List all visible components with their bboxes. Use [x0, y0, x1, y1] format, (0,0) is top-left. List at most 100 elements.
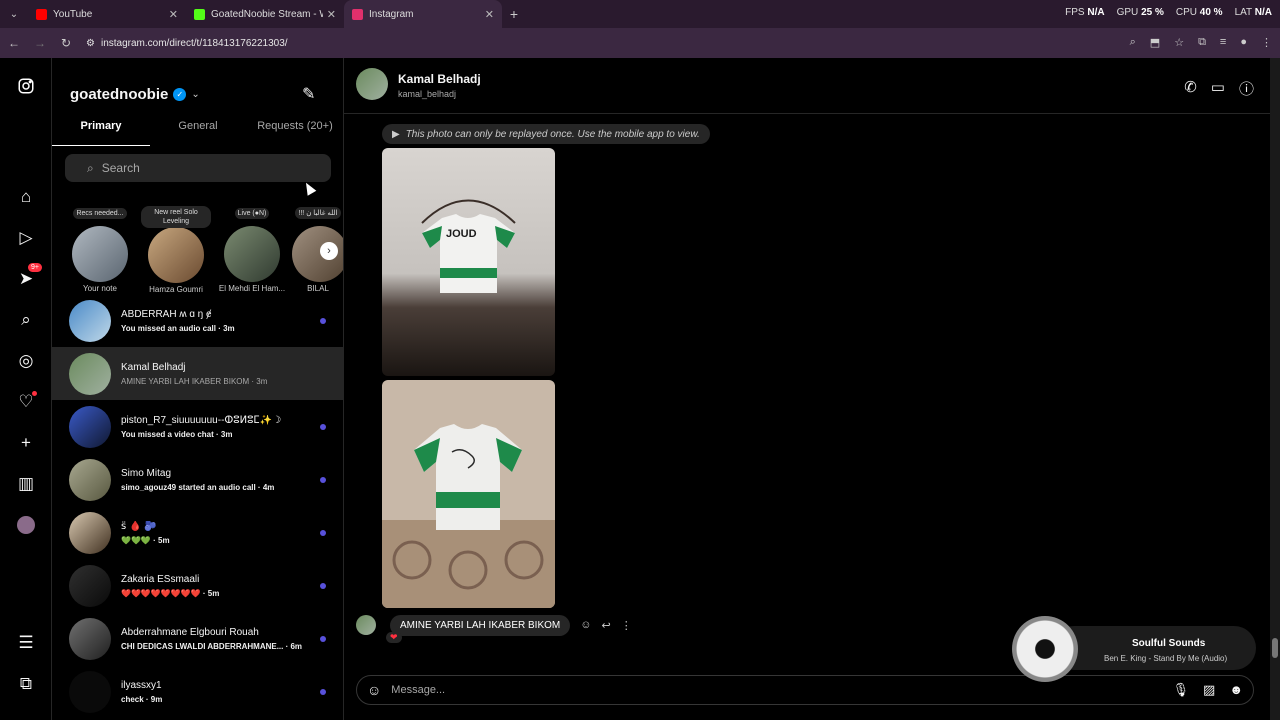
- more-options-icon[interactable]: ⋮: [621, 619, 632, 632]
- scrollbar-thumb[interactable]: [1272, 638, 1278, 658]
- reload-icon[interactable]: ↻: [54, 36, 78, 50]
- url-field[interactable]: ⚙ instagram.com/direct/t/118413176221303…: [86, 38, 288, 49]
- avatar: [69, 511, 111, 554]
- avatar: [69, 564, 111, 607]
- messages-icon[interactable]: ➤ 9+: [14, 263, 42, 291]
- video-call-icon[interactable]: ▭: [1211, 78, 1225, 99]
- instagram-favicon-icon: [352, 8, 363, 20]
- unread-dot: [320, 318, 326, 324]
- dashboard-icon[interactable]: ▥: [14, 472, 38, 496]
- browser-menu-icon[interactable]: ⋮: [1261, 36, 1272, 49]
- tab-youtube[interactable]: YouTube ✕: [28, 0, 186, 28]
- address-bar: ← → ↻ ⚙ instagram.com/direct/t/118413176…: [0, 28, 1280, 58]
- performance-overlay: FPS N/A GPU 25 % CPU 40 % LAT N/A: [1065, 7, 1272, 18]
- profile-avatar[interactable]: [14, 513, 38, 537]
- install-app-icon[interactable]: ⬒: [1150, 36, 1160, 49]
- conversation-item[interactable]: piston_R7_siuuuuuuu--ⵀⵓⵍⵓⵎ✨☽ You missed a…: [52, 400, 343, 453]
- conversation-info-icon[interactable]: ⓘ: [1239, 78, 1254, 99]
- instagram-nav-rail: ⌂ ▷ ➤ 9+ ⌕ ◎ ♡ + ▥ ☰ ⧉: [0, 58, 52, 720]
- tab-instagram[interactable]: Instagram ✕: [344, 0, 502, 28]
- inbox-tabs: Primary General Requests (20+): [52, 120, 343, 146]
- reply-icon[interactable]: ↩: [601, 619, 610, 632]
- chat-scrollbar[interactable]: [1270, 58, 1280, 720]
- media-queue-icon[interactable]: ≡: [1220, 36, 1226, 49]
- home-icon[interactable]: ⌂: [14, 185, 38, 209]
- extensions-icon[interactable]: ⧉: [1198, 36, 1206, 49]
- unread-dot: [320, 424, 326, 430]
- conversation-item[interactable]: Abderrahmane Elgbouri Rouah CHI DEDICAS L…: [52, 612, 343, 665]
- search-input[interactable]: ⌕ Search: [65, 154, 331, 182]
- avatar: [69, 458, 111, 501]
- conversation-item[interactable]: ABDERRAH ʍ ɑ ŋ ɇ You missed an audio call…: [52, 294, 343, 347]
- conversation-item[interactable]: Simo Mitag simo_agouz49 started an audio …: [52, 453, 343, 506]
- account-switcher[interactable]: goatednoobie ✓ ⌄: [70, 86, 200, 103]
- browser-tab-strip: ⌄ YouTube ✕ GoatedNoobie Stream - Watch …: [0, 0, 1280, 28]
- back-arrow-icon[interactable]: ←: [2, 36, 26, 50]
- site-info-icon[interactable]: ⚙: [86, 38, 95, 49]
- chat-header: Kamal Belhadj kamal_belhadj ✆ ▭ ⓘ: [344, 58, 1270, 114]
- close-tab-icon[interactable]: ✕: [169, 8, 178, 21]
- close-tab-icon[interactable]: ✕: [327, 8, 336, 21]
- unread-dot: [320, 530, 326, 536]
- message-photo[interactable]: JOUD: [382, 148, 555, 376]
- conversation-item-selected[interactable]: Kamal Belhadj AMINE YARBI LAH IKABER BIKO…: [52, 347, 343, 400]
- unread-dot: [320, 689, 326, 695]
- notes-next-chevron-icon[interactable]: ›: [320, 242, 338, 260]
- avatar[interactable]: [356, 68, 388, 100]
- reels-icon[interactable]: ▷: [14, 226, 38, 250]
- music-overlay-widget: Soulful Sounds Ben E. King - Stand By Me…: [1012, 616, 1256, 682]
- message-photo[interactable]: [382, 380, 555, 608]
- message-actions: ☺ ↩ ⋮: [580, 619, 631, 632]
- tab-goatednoobie-stream[interactable]: GoatedNoobie Stream - Watch ✕: [186, 0, 344, 28]
- more-menu-icon[interactable]: ☰: [14, 631, 38, 655]
- note-item[interactable]: Live (●N) El Mehdi El Ham...: [216, 206, 288, 293]
- message-input[interactable]: Message...: [391, 684, 1172, 696]
- search-icon[interactable]: ⌕: [14, 308, 38, 332]
- audio-call-icon[interactable]: ✆: [1184, 78, 1197, 99]
- avatar: [69, 670, 111, 713]
- emoji-icon[interactable]: ☺: [367, 682, 381, 698]
- unread-dot: [320, 583, 326, 589]
- explore-icon[interactable]: ◎: [14, 349, 38, 373]
- unread-dot: [320, 636, 326, 642]
- chevron-down-icon: ⌄: [191, 89, 200, 100]
- address-bar-actions: ⌕ ⬒ ☆ ⧉ ≡ ● ⋮: [1130, 36, 1272, 49]
- unread-dot: [320, 477, 326, 483]
- conversation-item[interactable]: ꜱ̈ 🩸 🫐 💚💚💚 · 5m: [52, 506, 343, 559]
- microphone-icon[interactable]: 🎙: [1173, 682, 1190, 698]
- note-item[interactable]: Recs needed... Your note: [64, 206, 136, 293]
- chat-contact-name[interactable]: Kamal Belhadj: [398, 72, 481, 86]
- create-icon[interactable]: +: [14, 431, 38, 455]
- avatar: [356, 615, 376, 635]
- avatar: [69, 299, 111, 342]
- also-from-meta-icon[interactable]: ⧉: [14, 672, 38, 696]
- note-item[interactable]: New reel Solo Leveling Hamza Goumri: [140, 206, 212, 294]
- image-upload-icon[interactable]: ▨: [1203, 682, 1215, 698]
- notifications-heart-icon[interactable]: ♡: [14, 390, 38, 414]
- tab-primary[interactable]: Primary: [52, 120, 150, 146]
- forward-arrow-icon[interactable]: →: [28, 36, 52, 50]
- verified-badge-icon: ✓: [173, 88, 187, 101]
- message-reaction[interactable]: ❤: [386, 632, 402, 643]
- react-emoji-icon[interactable]: ☺: [580, 619, 591, 632]
- tab-search-icon[interactable]: ⌄: [0, 0, 28, 28]
- youtube-favicon-icon: [36, 8, 47, 20]
- conversation-item[interactable]: ilyassxy1 check · 9m: [52, 665, 343, 718]
- play-icon: ▶: [392, 128, 400, 140]
- jersey-photo-image: [421, 199, 516, 293]
- bookmark-star-icon[interactable]: ☆: [1174, 36, 1184, 49]
- message-bubble[interactable]: AMINE YARBI LAH IKABER BIKOM: [390, 614, 571, 636]
- chat-header-actions: ✆ ▭ ⓘ: [1184, 78, 1254, 99]
- new-message-icon[interactable]: ✎: [302, 84, 315, 104]
- profile-avatar-icon[interactable]: ●: [1240, 36, 1247, 49]
- close-tab-icon[interactable]: ✕: [485, 8, 494, 21]
- conversation-item[interactable]: Zakaria ESsmaali ❤️❤️❤️❤️❤️❤️❤️❤️ · 5m: [52, 559, 343, 612]
- tab-requests[interactable]: Requests (20+): [246, 120, 343, 146]
- avatar: [148, 227, 204, 283]
- new-tab-button[interactable]: +: [502, 6, 526, 22]
- zoom-icon[interactable]: ⌕: [1130, 36, 1136, 49]
- tab-general[interactable]: General: [150, 120, 246, 146]
- sticker-icon[interactable]: ☻: [1229, 682, 1243, 698]
- avatar: [69, 352, 111, 395]
- instagram-logo-icon[interactable]: [14, 74, 38, 98]
